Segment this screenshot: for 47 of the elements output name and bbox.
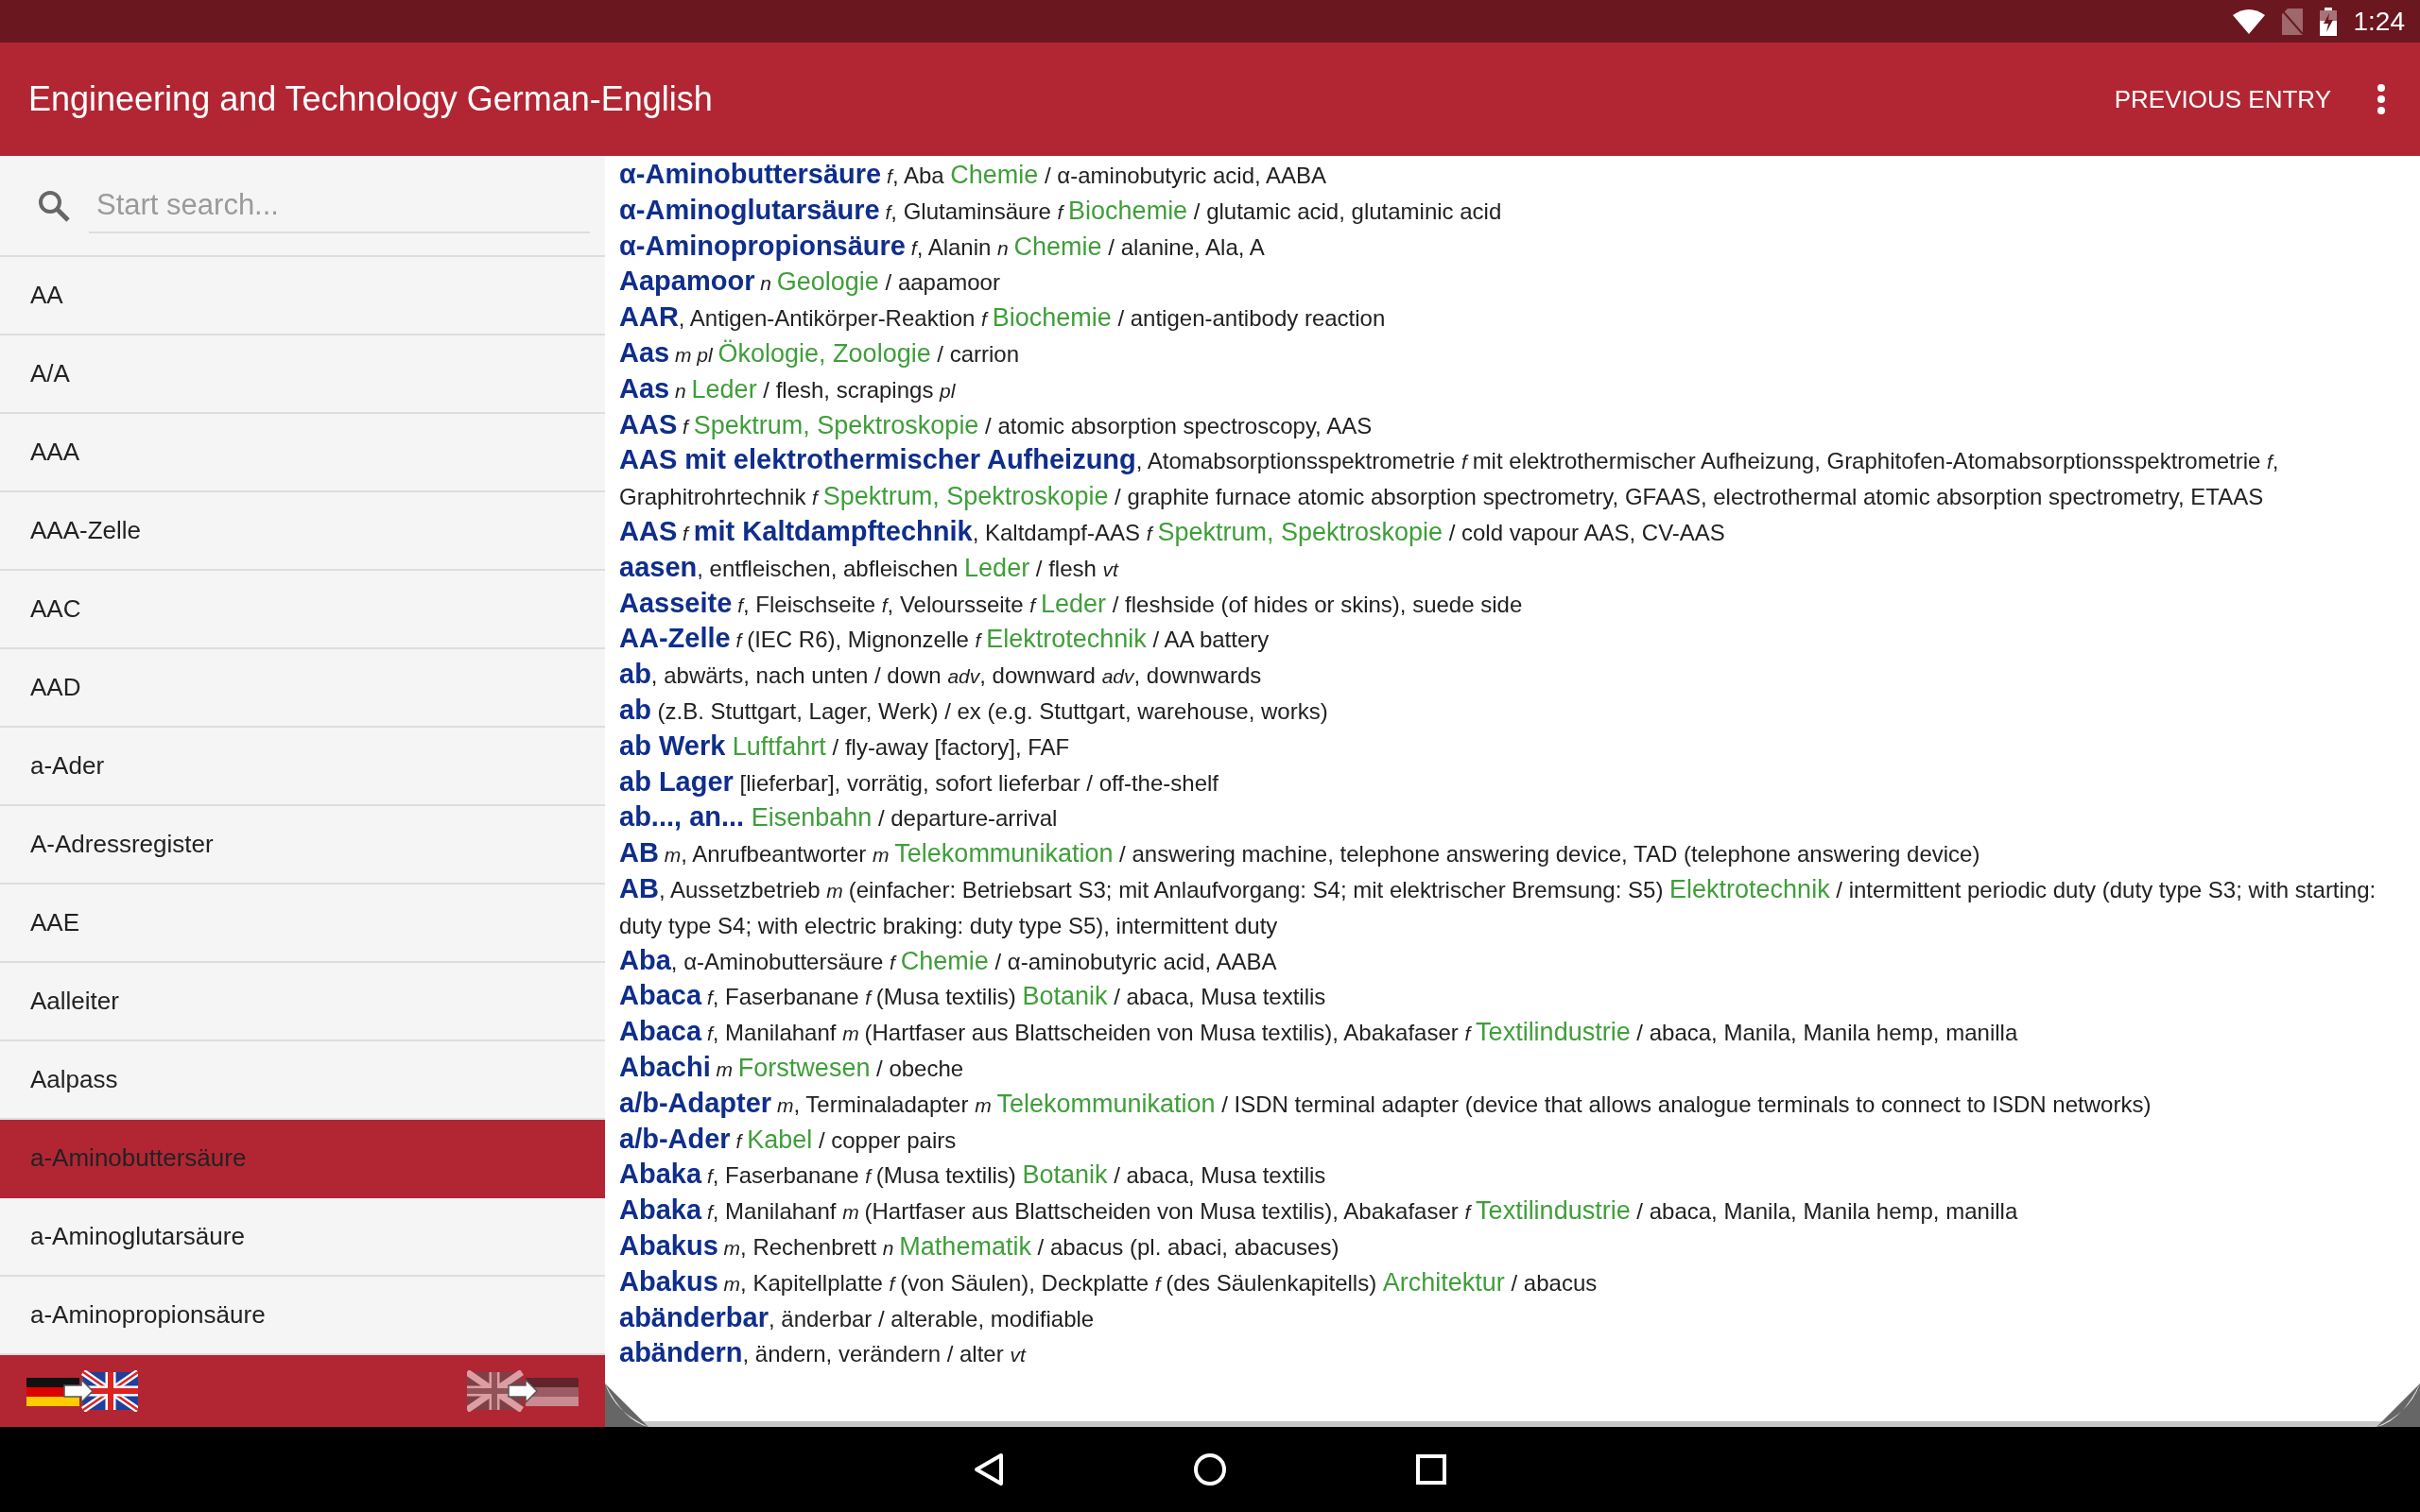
wifi-icon (2232, 9, 2265, 34)
app-title: Engineering and Technology German-English (28, 79, 714, 119)
dictionary-entry: Abakus m, Rechenbrett n Mathematik / abacus (pl. abaci, abacuses) (619, 1228, 1340, 1263)
dictionary-entry: Abakus m, Kapitellplatte f (von Säulen), Deckplatte f (des Säulenkapitells) Architektur / abacus (619, 1264, 1598, 1298)
dictionary-entry: AAS f mit Kaltdampftechnik, Kaltdampf-AAS f Spektrum, Spektroskopie / cold vapour AAS, CV-AAS (619, 514, 1725, 548)
dictionary-entry: Abaka f, Faserbanane f (Musa textilis) Botanik / abaca, Musa textilis (619, 1158, 1326, 1192)
search-field[interactable]: Start search... (89, 178, 590, 233)
dictionary-entry: Aas n Leder / flesh, scrapings pl (619, 371, 956, 405)
dictionary-entry: AB m, Anrufbeantworter m Telekommunikation / answering machine, telephone answering device, TAD (telephone answering device) (619, 836, 1980, 870)
no-sim-icon (2281, 8, 2303, 35)
dictionary-entry: Abaka f, Manilahanf m (Hartfaser aus Blattscheiden von Musa textilis), Abakafaser f Textilindustrie / abaca, Manila, Manila hemp, manilla (619, 1194, 2018, 1228)
clock-time: 1:24 (2353, 6, 2405, 37)
dictionary-entry: ab..., an... Eisenbahn / departure-arrival (619, 800, 1058, 834)
dictionary-entry: ab (z.B. Stuttgart, Lager, Werk) / ex (e.g. Stuttgart, warehouse, works) (619, 693, 1328, 727)
dictionary-entry: α-Aminoglutarsäure f, Glutaminsäure f Biochemie / glutamic acid, glutaminic acid (619, 193, 1502, 227)
dictionary-entry: ab Lager [lieferbar], vorrätig, sofort lieferbar / off-the-shelf (619, 765, 1219, 799)
dictionary-entry: Aasseite f, Fleischseite f, Veloursseite f Leder / fleshside (of hides or skins), suede side (619, 586, 1523, 620)
flags-arrow-icon[interactable] (26, 1370, 138, 1412)
dictionary-entry: Aba, α-Aminobuttersäure f Chemie / α-aminobutyric acid, AABA (619, 943, 1277, 977)
dictionary-entry: α-Aminopropionsäure f, Alanin n Chemie / alanine, Ala, A (619, 229, 1265, 263)
dictionary-entry: Aas m pl Ökologie, Zoologie / carrion (619, 336, 1020, 369)
dictionary-entry: abänderbar, änderbar / alterable, modifiable (619, 1300, 1095, 1334)
dictionary-entry: a/b-Adapter m, Terminaladapter m Telekommunikation / ISDN terminal adapter (device that allows analogue terminals to connect to ISDN networks) (619, 1086, 2152, 1120)
dictionary-entry: α-Aminobuttersäure f, Aba Chemie / α-aminobutyric acid, AABA (619, 158, 1327, 191)
dictionary-entry: a/b-Ader f Kabel / copper pairs (619, 1122, 957, 1156)
dictionary-entry: Abachi m Forstwesen / obeche (619, 1050, 964, 1084)
dictionary-entry: Abaca f, Manilahanf m (Hartfaser aus Blattscheiden von Musa textilis), Abakafaser f Textilindustrie / abaca, Manila, Manila hemp, manilla (619, 1015, 2018, 1049)
dictionary-entry: abändern, ändern, verändern / alter vt (619, 1336, 1026, 1370)
dictionary-entry: AAR, Antigen-Antikörper-Reaktion f Biochemie / antigen-antibody reaction (619, 301, 1386, 335)
dictionary-entry: AAS f Spektrum, Spektroskopie / atomic absorption spectroscopy, AAS (619, 407, 1373, 441)
page-curl-icon (605, 1383, 648, 1427)
dictionary-entry: Aapamoor n Geologie / aapamoor (619, 265, 1000, 299)
battery-charging-icon (2319, 7, 2337, 36)
dictionary-entry: AAS mit elektrothermischer Aufheizung, Atomabsorptionsspektrometrie f mit elektrothermischer Aufheizung, Graphitofen-Atomabsorptionsspektrometrie f, Graphitrohrtechnik f Spektrum, Spektroskopie / graphite furnace atomic absorption spectrometry, GFAAS, electrothermal atomic absorption spectrometry, ETAAS (619, 443, 2280, 513)
page-curl-icon (2377, 1383, 2420, 1427)
dictionary-entry: ab Werk Luftfahrt / fly-away [factory], FAF (619, 729, 1070, 763)
back-icon[interactable] (974, 1452, 1004, 1486)
dictionary-entry: AB, Aussetzbetrieb m (einfacher: Betriebsart S3; mit Anlaufvorgang: S4; mit elektrischer Bremsung: S5) Elektrotechnik / intermittent periodic duty (duty type S3; with starting: duty type S4; with electric braking: duty type S5), intermittent duty (619, 871, 2377, 940)
dictionary-entry: ab, abwärts, nach unten / down adv, downward adv, downwards (619, 658, 1262, 692)
dictionary-entry: Abaca f, Faserbanane f (Musa textilis) Botanik / abaca, Musa textilis (619, 979, 1326, 1013)
flags-arrow-icon[interactable] (467, 1370, 579, 1412)
dictionary-entry: AA-Zelle f (IEC R6), Mignonzelle f Elektrotechnik / AA battery (619, 622, 1270, 656)
search-icon (38, 189, 70, 222)
recents-icon[interactable] (1416, 1454, 1446, 1485)
previous-entry-button[interactable]: PREVIOUS ENTRY (2102, 75, 2342, 124)
home-icon[interactable] (1193, 1452, 1227, 1486)
dictionary-entry: aasen, entfleischen, abfleischen Leder / flesh vt (619, 550, 1118, 584)
